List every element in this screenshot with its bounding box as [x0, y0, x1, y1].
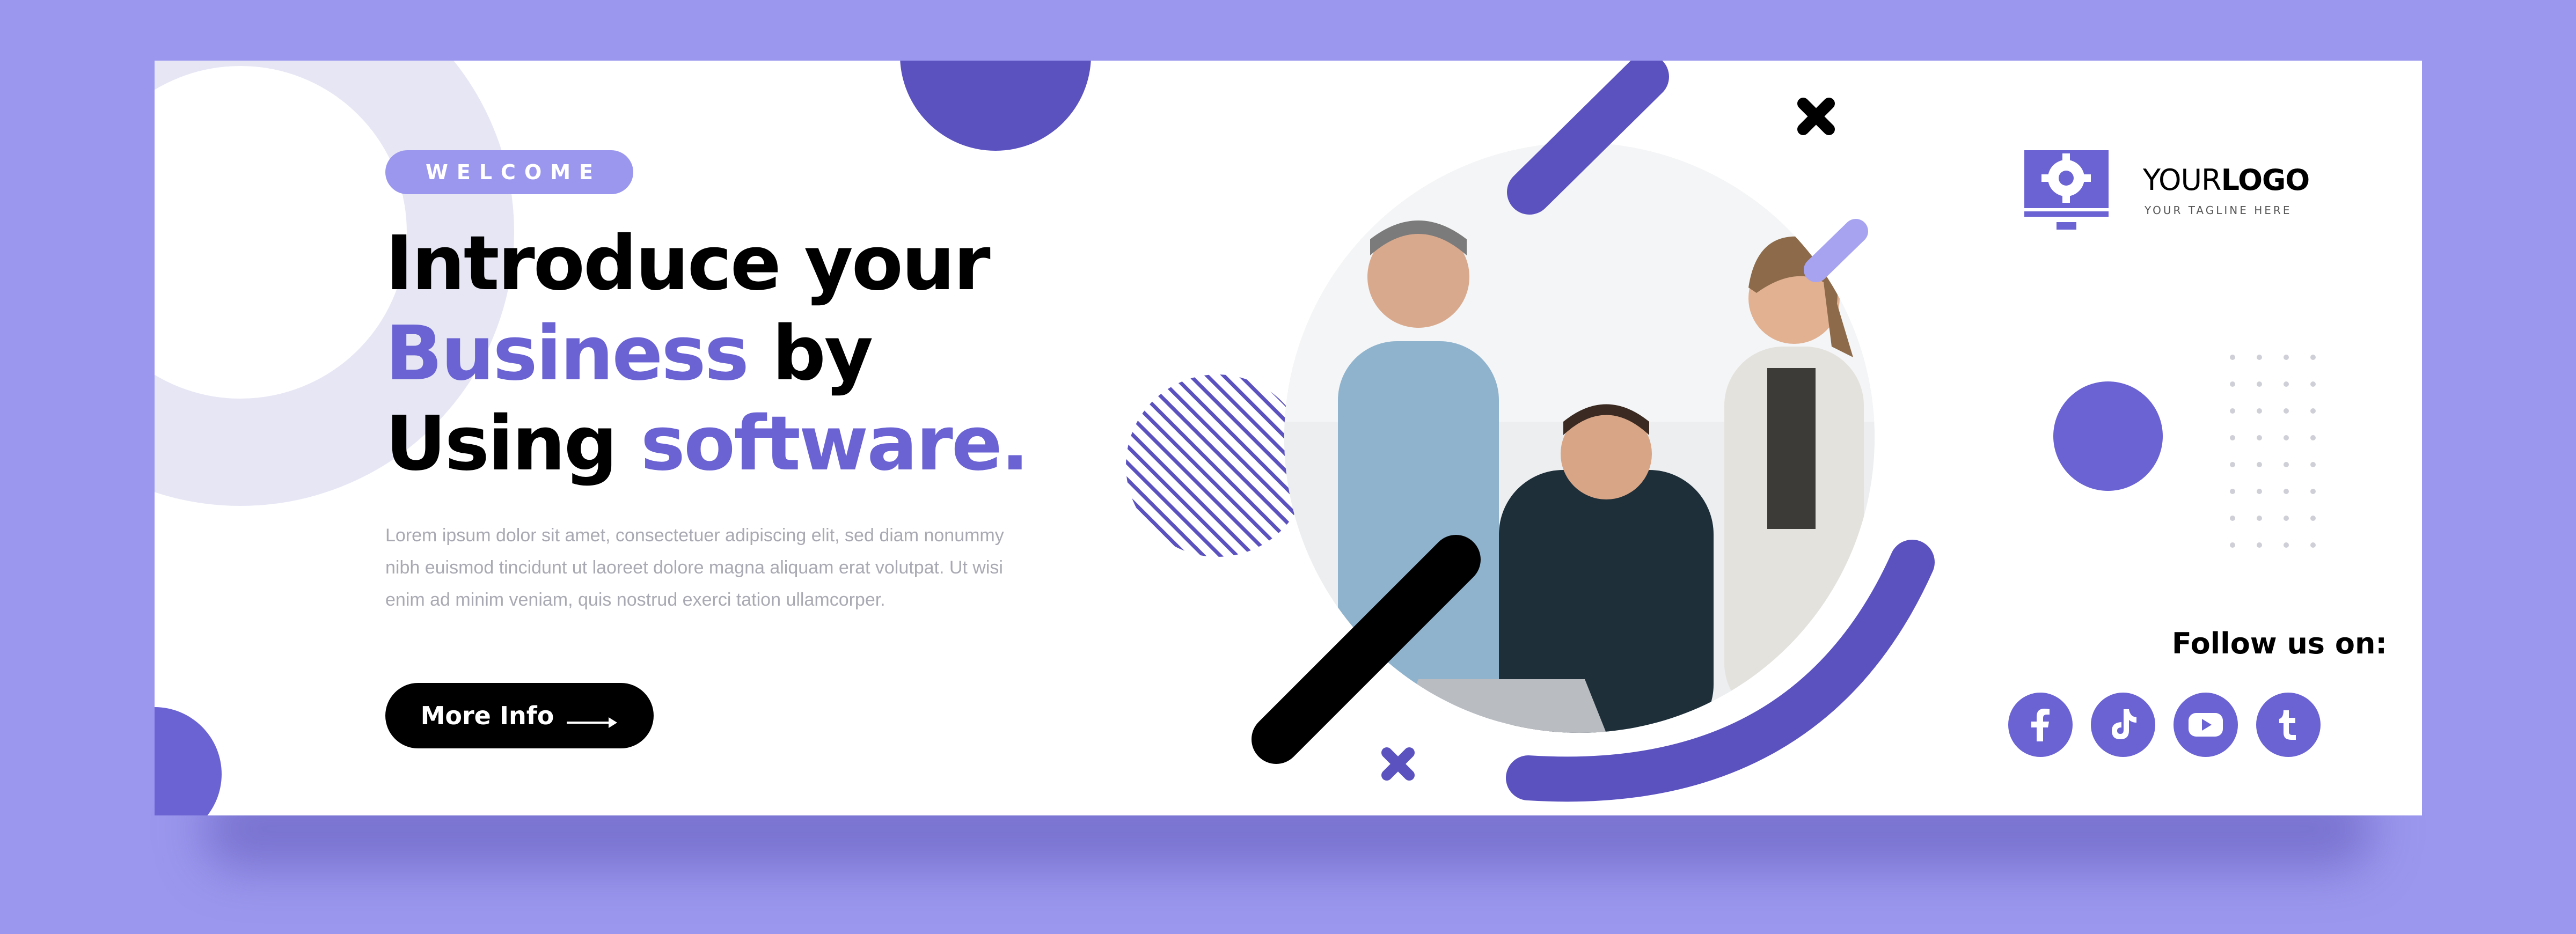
diagonal-bar-top-shape	[1507, 61, 1669, 215]
headline-line-2-rest: by	[747, 310, 873, 398]
headline-line-3: Using software.	[385, 399, 1190, 489]
description-text: Lorem ipsum dolor sit amet, consectetuer…	[385, 525, 1004, 610]
diagonal-bar-small-shape	[1804, 219, 1868, 282]
promo-banner: WELCOME Introduce your Business by Using…	[155, 61, 2422, 815]
logo-text: YOURLOGO	[2143, 163, 2310, 197]
welcome-badge: WELCOME	[385, 150, 633, 194]
headline: Introduce your Business by Using softwar…	[385, 219, 1190, 489]
monitor-gear-icon	[2024, 150, 2109, 230]
headline-accent-software: software.	[640, 400, 1029, 488]
brand-logo[interactable]: YOURLOGO YOUR TAGLINE HERE	[2022, 148, 2376, 239]
youtube-icon[interactable]	[2174, 693, 2238, 757]
headline-line-2: Business by	[385, 309, 1190, 399]
headline-line-1: Introduce your	[385, 220, 991, 307]
arc-stroke-shape	[1506, 540, 1935, 802]
headline-line-3-start: Using	[385, 400, 641, 488]
logo-tagline: YOUR TAGLINE HERE	[2145, 204, 2292, 217]
headline-accent-business: Business	[385, 310, 749, 398]
follow-us-heading: Follow us on:	[2171, 627, 2387, 660]
tiktok-icon[interactable]	[2091, 693, 2155, 757]
logo-word: YOUR	[2143, 163, 2222, 197]
logo-bold-word: LOGO	[2221, 163, 2310, 197]
more-info-button[interactable]: More Info	[385, 683, 654, 748]
diagonal-bar-black-shape	[1252, 535, 1481, 764]
arrow-right-icon	[567, 708, 618, 728]
more-info-label: More Info	[420, 701, 554, 730]
facebook-icon[interactable]	[2008, 693, 2073, 757]
tumblr-icon[interactable]	[2256, 693, 2321, 757]
